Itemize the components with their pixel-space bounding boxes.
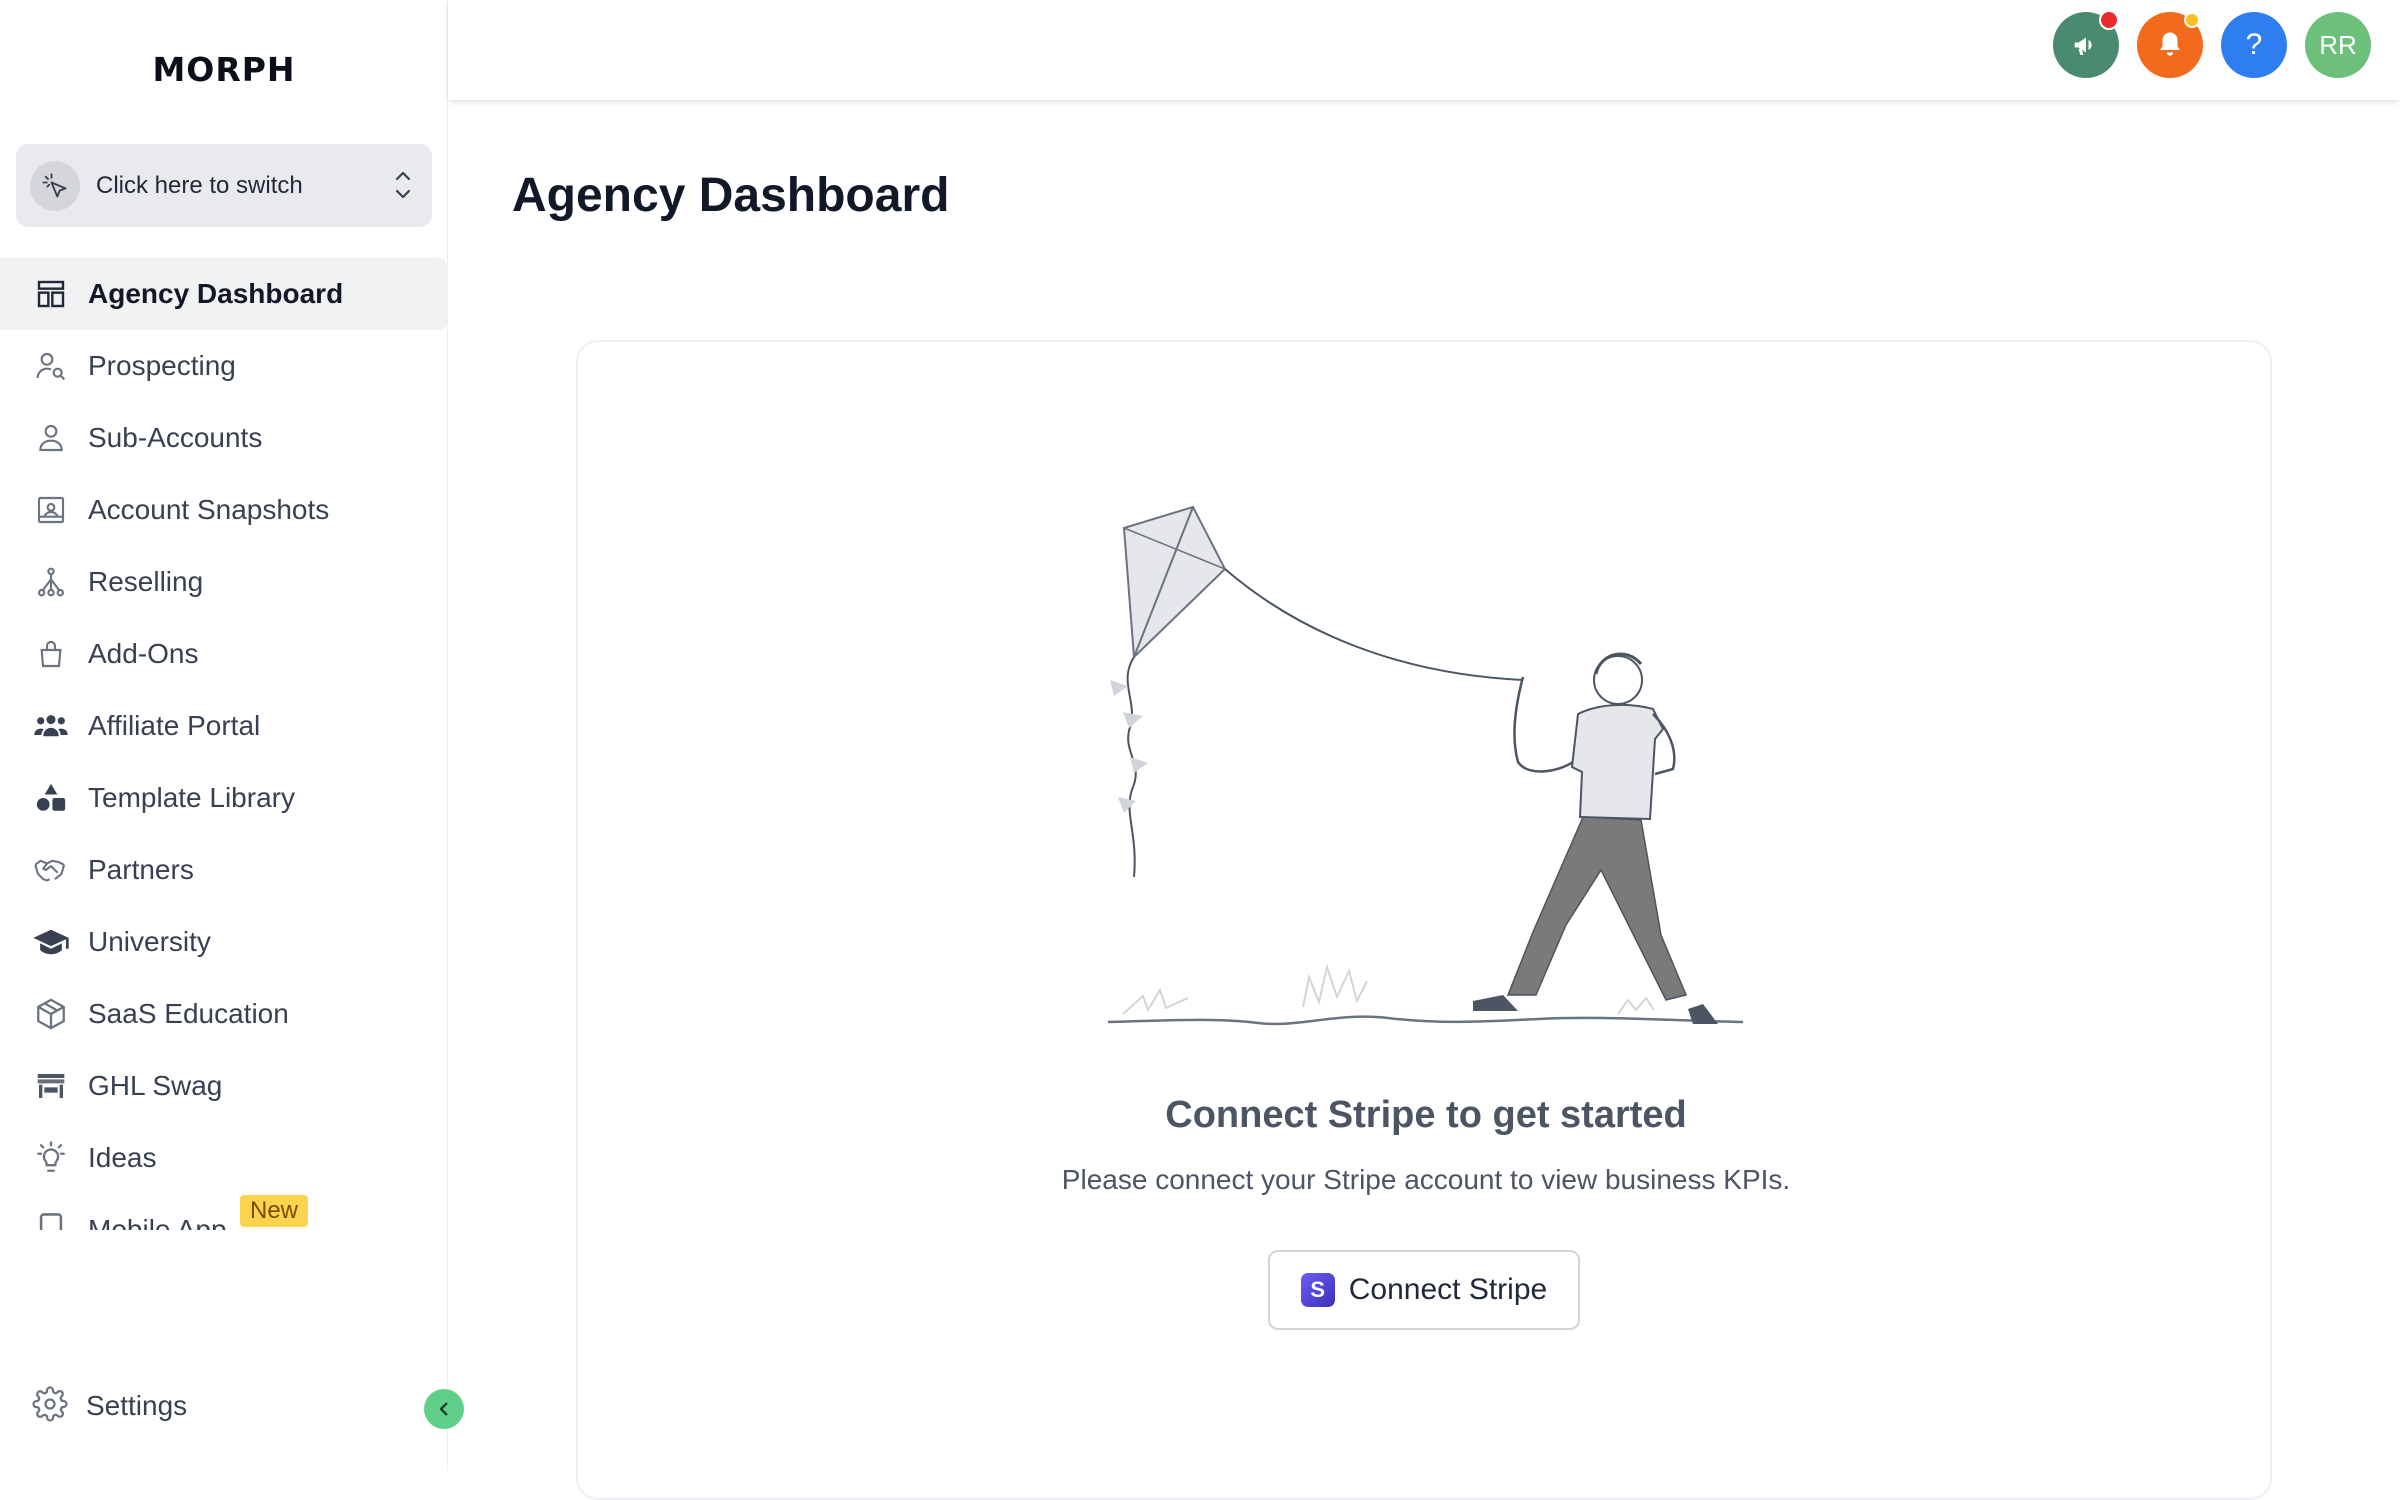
sidebar-item-label: Template Library <box>88 782 295 813</box>
sidebar-item-label: University <box>88 926 211 957</box>
announcements-button[interactable] <box>2053 10 2119 78</box>
sidebar-item-mobile-app[interactable]: Mobile App New <box>0 1194 448 1230</box>
chevron-up-down-icon <box>392 166 414 209</box>
dashboard-icon <box>32 275 70 313</box>
sidebar-item-sub-accounts[interactable]: Sub-Accounts <box>0 402 448 474</box>
settings-label: Settings <box>86 1390 188 1421</box>
sidebar-item-ideas[interactable]: Ideas <box>0 1122 448 1194</box>
network-icon <box>32 563 70 601</box>
sidebar-item-label: Partners <box>88 854 194 885</box>
user-icon <box>32 419 70 457</box>
sidebar-item-label: Ideas <box>88 1142 157 1173</box>
shapes-icon <box>32 779 70 817</box>
mobile-icon <box>32 1211 70 1230</box>
sidebar-item-add-ons[interactable]: Add-Ons <box>0 618 448 690</box>
megaphone-icon <box>2074 37 2092 55</box>
sidebar: MORPH Click here to switch Agency Dashbo… <box>0 0 464 1470</box>
store-icon <box>32 1067 70 1105</box>
page-title: Agency Dashboard <box>512 169 950 222</box>
connect-stripe-label: Connect Stripe <box>1348 1273 1548 1306</box>
sidebar-item-account-snapshots[interactable]: Account Snapshots <box>0 474 448 546</box>
sidebar-item-label: Reselling <box>88 566 204 597</box>
sidebar-item-label: GHL Swag <box>88 1070 223 1101</box>
user-avatar[interactable]: RR <box>2305 12 2371 78</box>
shopping-bag-icon <box>32 635 70 673</box>
sidebar-nav: Agency Dashboard Prospecting Sub-Account… <box>0 258 448 1230</box>
avatar-initials: RR <box>2319 29 2357 60</box>
sidebar-item-label: Sub-Accounts <box>88 422 263 453</box>
sidebar-item-reselling[interactable]: Reselling <box>0 546 448 618</box>
question-icon: ? <box>2245 28 2263 61</box>
sidebar-item-settings[interactable]: Settings <box>0 1370 448 1442</box>
empty-state-subtitle: Please connect your Stripe account to vi… <box>1061 1164 1791 1195</box>
empty-state-title: Connect Stripe to get started <box>1165 1094 1687 1136</box>
sidebar-item-template-library[interactable]: Template Library <box>0 762 448 834</box>
top-bar: ? RR <box>448 0 2400 100</box>
sidebar-item-ghl-swag[interactable]: GHL Swag <box>0 1050 448 1122</box>
snapshot-icon <box>32 491 70 529</box>
handshake-icon <box>32 851 70 889</box>
account-switcher[interactable]: Click here to switch <box>16 144 432 227</box>
sidebar-item-label: Add-Ons <box>88 638 199 669</box>
pointer-click-icon <box>30 160 80 211</box>
sidebar-item-label: Agency Dashboard <box>88 278 344 309</box>
stripe-empty-state-card: Connect Stripe to get started Please con… <box>576 340 2272 1500</box>
help-button[interactable]: ? <box>2221 12 2287 78</box>
bell-icon <box>2160 32 2180 56</box>
sidebar-item-label: Account Snapshots <box>88 494 330 525</box>
sidebar-item-label: Affiliate Portal <box>88 710 261 741</box>
kite-illustration <box>1107 505 1744 1026</box>
new-badge: New <box>240 1195 309 1227</box>
connect-stripe-button[interactable]: S Connect Stripe <box>1268 1250 1580 1330</box>
notifications-button[interactable] <box>2137 12 2203 78</box>
sidebar-item-partners[interactable]: Partners <box>0 834 448 906</box>
switcher-label: Click here to switch <box>96 171 303 199</box>
lightbulb-icon <box>32 1139 70 1177</box>
stripe-logo-icon: S <box>1300 1273 1335 1307</box>
brand-logo[interactable]: MORPH <box>0 50 448 89</box>
sidebar-item-label: Prospecting <box>88 350 236 381</box>
sidebar-item-affiliate-portal[interactable]: Affiliate Portal <box>0 690 448 762</box>
main-content: Agency Dashboard Connect Stripe to get s… <box>448 100 2400 1500</box>
sidebar-item-agency-dashboard[interactable]: Agency Dashboard <box>0 258 448 330</box>
graduation-cap-icon <box>32 923 70 961</box>
sidebar-item-label: Mobile App <box>88 1214 227 1230</box>
user-search-icon <box>32 347 70 385</box>
sidebar-item-university[interactable]: University <box>0 906 448 978</box>
gear-icon <box>32 1385 68 1427</box>
announcement-dot <box>2099 10 2119 30</box>
sidebar-item-label: SaaS Education <box>88 998 289 1029</box>
sidebar-item-prospecting[interactable]: Prospecting <box>0 330 448 402</box>
box-icon <box>32 995 70 1033</box>
sidebar-item-saas-education[interactable]: SaaS Education <box>0 978 448 1050</box>
users-icon <box>32 707 70 745</box>
notification-dot <box>2184 12 2200 28</box>
